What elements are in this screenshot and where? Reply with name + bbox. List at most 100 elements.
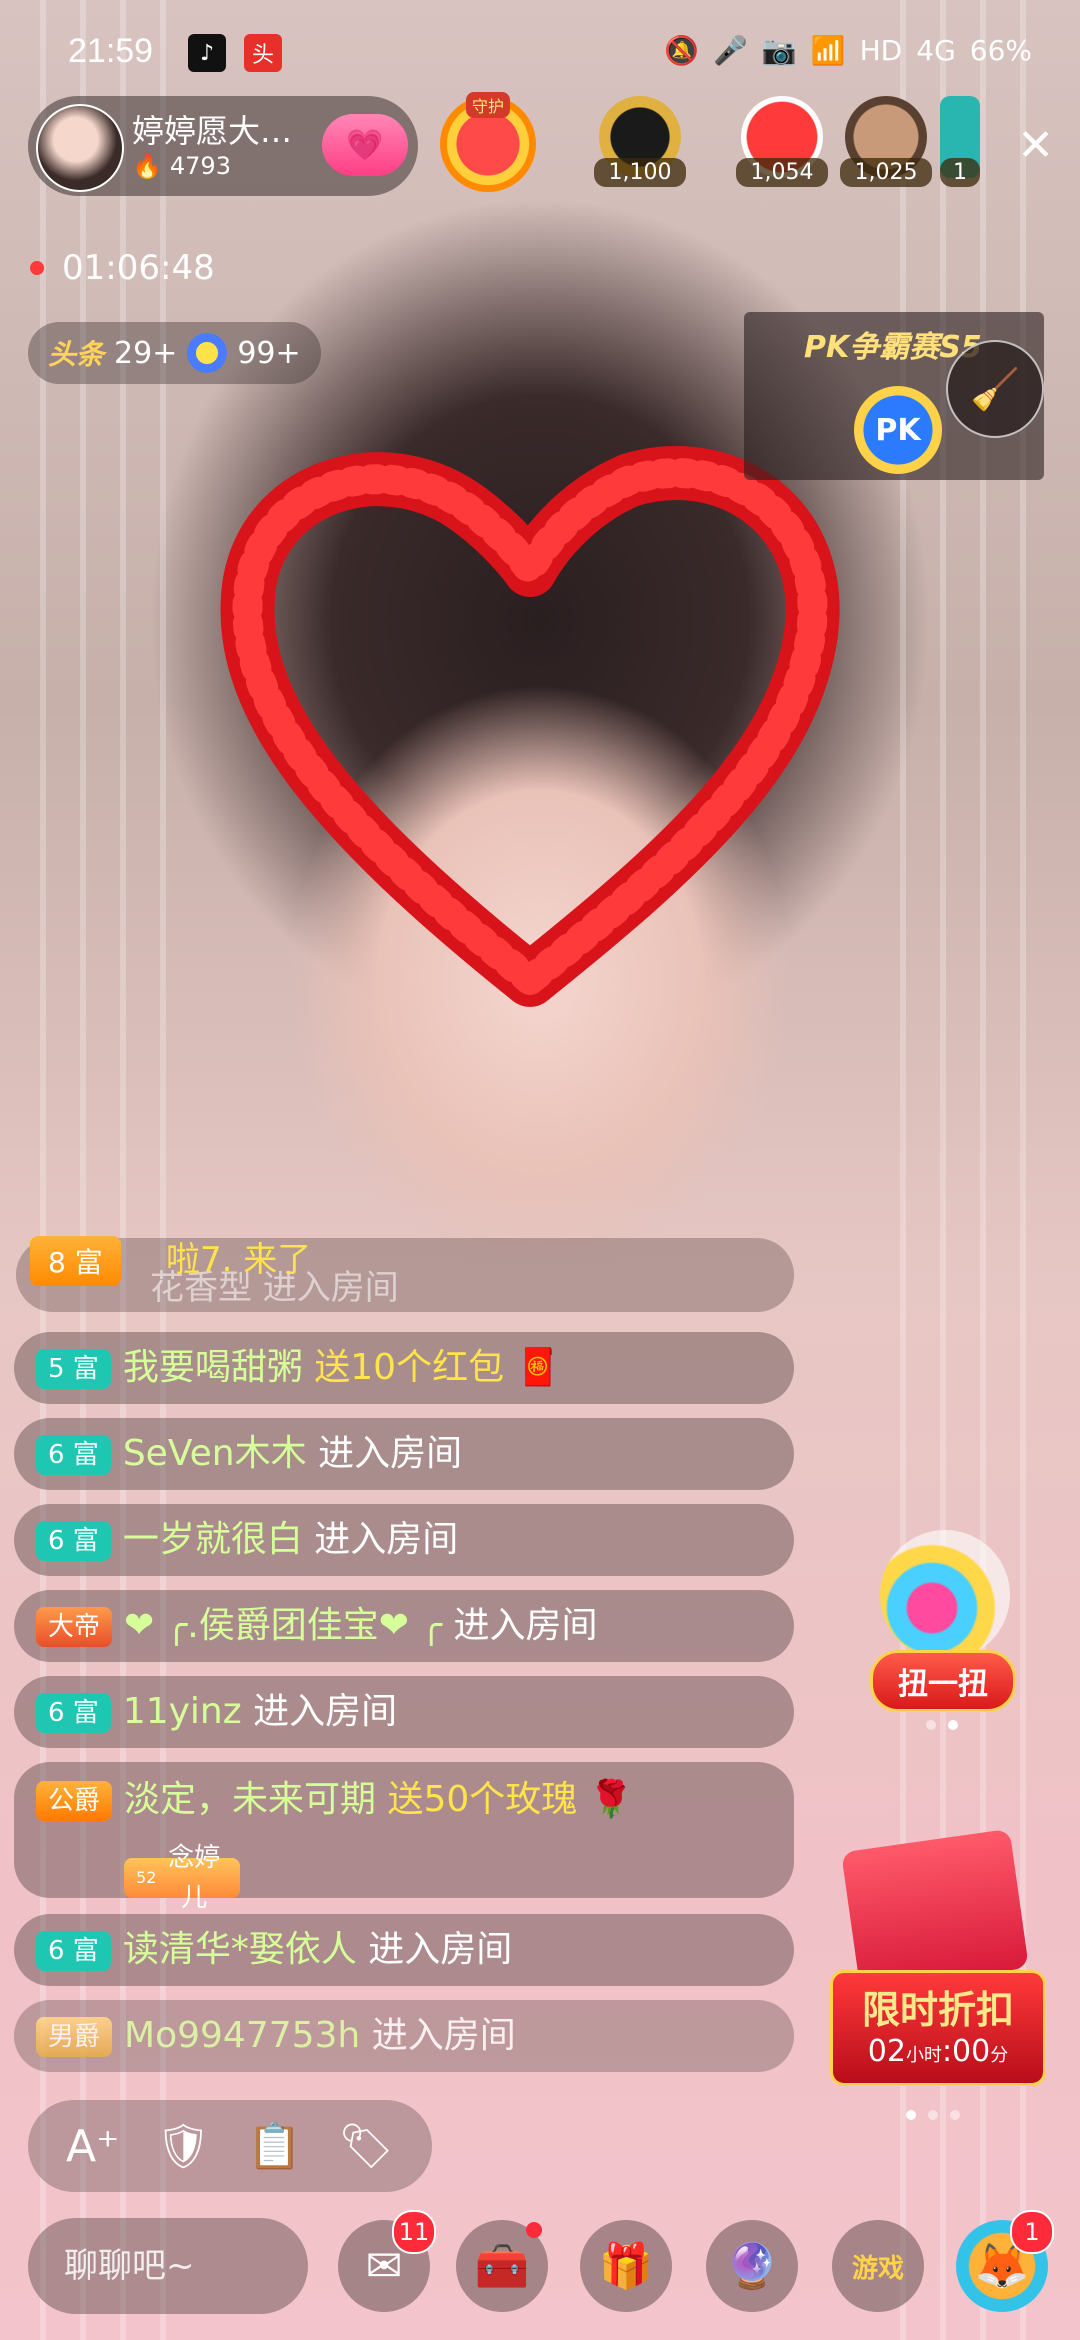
gacha-machine-icon [880,1530,1010,1660]
limited-discount-widget[interactable]: 限时折扣 02小时:00分 [830,1828,1046,2090]
top-fan-3[interactable]: 1,025 [840,96,932,187]
level-badge: 6 富 [36,1521,111,1561]
chat-message[interactable]: 6 富 11yinz 进入房间 [14,1676,794,1748]
fan-score: 1,100 [594,158,686,187]
chat-gift-text: 送10个红包 [314,1347,505,1388]
top-fan-2[interactable]: 1,054 [736,96,828,187]
toutiao-rank-label: 头条 [48,338,105,371]
status-bar: 21:59 ♪ 头 🔕 🎤 📷 📶 HD 4G 66% [0,28,1080,80]
bottom-bar: 聊聊吧~ ✉ 11 🧰 🎁 🔮 游戏 🦊 1 [0,2210,1080,2318]
entrance-text: 啦7. 来了 [166,1240,312,1280]
heart-sticker [220,446,840,1007]
treasure-chest-button[interactable]: 🧰 [456,2220,548,2312]
gift-box-icon [841,1828,1029,1992]
top-fan-1[interactable]: 1,100 [594,96,686,187]
pk-panel[interactable]: PK争霸赛S5 PK 🧹 [744,312,1044,480]
mascot-button[interactable]: 🦊 1 [956,2210,1054,2312]
chat-username[interactable]: ❤ ╭.侯爵团佳宝❤ ╭ [124,1605,442,1646]
chat-input[interactable]: 聊聊吧~ [28,2218,308,2314]
network-indicator: 4G [916,34,956,67]
fan-club-name: 念婷儿 [168,1843,221,1913]
hours-unit: 小时 [905,2045,942,2066]
fan-score: 1 [940,158,980,187]
follow-button[interactable]: 💗 [322,114,408,176]
chat-message[interactable]: 6 富一岁就很白 进入房间 [14,1504,794,1576]
chat-action-text: 进入房间 [368,1929,513,1970]
level-badge: 6 富 [36,1435,111,1475]
chat-message[interactable]: 6 富读清华*娶依人 进入房间 [14,1914,794,1986]
treasure-chest-icon: 🧰 [474,2241,530,2292]
chat-message[interactable]: 6 富 SeVen木木 进入房间 [14,1418,794,1490]
camera-icon: 📷 [761,34,797,67]
rose-icon: 🌹 [588,1779,634,1820]
level-badge: 5 富 [36,1349,111,1389]
game-label: 游戏 [851,2253,904,2284]
chat-message[interactable]: 男爵 Mo9947753h 进入房间 [14,2000,794,2072]
discount-title: 限时折扣 [861,1988,1014,2032]
chat-action-text: 进入房间 [453,1605,598,1646]
gacha-widget[interactable]: 扭一扭 [870,1530,1020,1712]
countdown-minutes: 00 [952,2034,991,2069]
chat-username[interactable]: Mo9947753h [124,2015,360,2056]
host-card[interactable]: 婷婷愿大… 🔥 4793 💗 [28,96,418,196]
chat-action-text: 进入房间 [314,1519,459,1560]
level-badge: 8 富 [30,1236,121,1286]
gacha-pager [926,1720,958,1730]
chat-action-text: 进入房间 [318,1433,463,1474]
chat-username[interactable]: 一岁就很白 [123,1519,303,1560]
minutes-unit: 分 [990,2045,1009,2066]
hd-indicator: HD [859,34,903,67]
countdown-hours: 02 [867,2034,906,2069]
chat-action-text: 进入房间 [253,1691,398,1732]
discount-pager [906,2110,960,2120]
task-list-icon[interactable]: 📋 [247,2120,302,2172]
pager-dot [928,2110,938,2120]
chat-username[interactable]: SeVen木木 [123,1433,307,1474]
gacha-label: 扭一扭 [870,1650,1016,1712]
chat-message[interactable]: 5 富我要喝甜粥 送10个红包 🧧 [14,1332,794,1404]
clear-screen-broom-icon[interactable]: 🧹 [946,340,1044,438]
heart-wings-icon: 💗 [346,127,384,163]
toutiao-count: 29+ [114,335,178,371]
chat-username[interactable]: 我要喝甜粥 [123,1347,303,1388]
chat-action-text: 进入房间 [371,2015,516,2056]
mascot-count-badge: 1 [1010,2210,1054,2254]
chat-message[interactable]: 大帝 ❤ ╭.侯爵团佳宝❤ ╭ 进入房间 [14,1590,794,1662]
top-fan-4[interactable]: 1 [940,96,980,187]
wifi-icon: 📶 [810,34,846,67]
entrance-banner: 花香型 进入房间 8 富 啦7. 来了 [16,1236,794,1312]
host-popularity: 🔥 4793 [132,152,231,180]
guard-shield-icon[interactable]: 🛡 [155,2120,211,2172]
gacha-ball-icon: 🔮 [724,2241,780,2292]
gacha-button[interactable]: 🔮 [706,2220,798,2312]
toutiao-icon: 头 [244,34,282,72]
battery-level: 66% [969,34,1032,67]
recording-dot [30,261,44,275]
tag-icon[interactable]: 🏷 [338,2120,394,2172]
chat-username[interactable]: 11yinz [123,1691,242,1732]
chat-message[interactable]: 公爵 52 念婷儿 淡定，未来可期 送50个玫瑰 🌹 [14,1762,794,1913]
game-button[interactable]: 游戏 [832,2220,924,2312]
close-icon[interactable]: ✕ [1017,120,1054,171]
chat-username[interactable]: 读清华*娶依人 [123,1929,357,1970]
pager-dot [950,2110,960,2120]
level-badge: 男爵 [36,2017,113,2057]
fan-club-level: 52 [136,1868,157,1887]
message-button[interactable]: ✉ 11 [338,2210,436,2312]
flame-icon: 🔥 [132,152,162,180]
host-avatar[interactable] [36,104,124,192]
gift-button[interactable]: 🎁 [580,2220,672,2312]
guard-badge[interactable]: 守护 [440,92,536,192]
mail-count-badge: 11 [392,2210,436,2254]
fan-score: 1,025 [840,158,932,187]
rank-chips[interactable]: 头条 29+ 99+ [28,322,321,384]
star-icon [187,333,228,373]
status-time: 21:59 [68,32,154,70]
chat-gift-text: 送50个玫瑰 [387,1779,578,1820]
chat-username[interactable]: 淡定，未来可期 [124,1779,376,1820]
level-badge: 6 富 [36,1931,111,1971]
mic-icon: 🎤 [713,34,748,67]
font-size-icon[interactable]: A⁺ [66,2121,119,2172]
fan-club-badge: 52 念婷儿 [124,1843,241,1913]
pk-button[interactable]: PK [854,386,942,474]
